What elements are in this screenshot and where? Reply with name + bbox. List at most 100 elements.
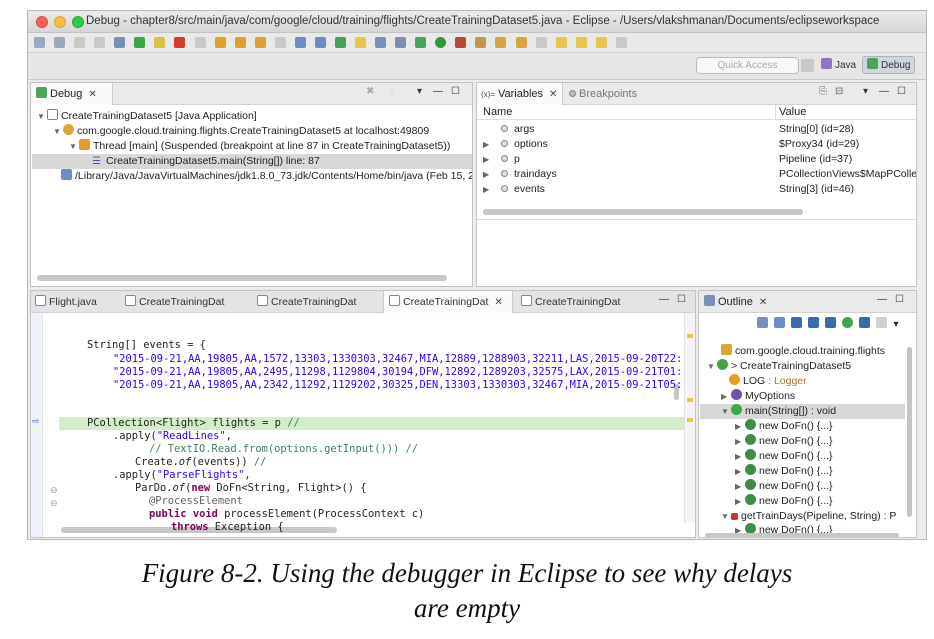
column-divider[interactable] xyxy=(775,105,776,120)
hide-local-types-icon[interactable] xyxy=(842,317,854,328)
warning-marker[interactable] xyxy=(687,418,693,422)
outline-item-anonymous[interactable]: ▶ new DoFn() {...} xyxy=(735,464,833,479)
minimize-view-icon[interactable]: — xyxy=(879,86,889,97)
suspend-icon[interactable] xyxy=(154,37,166,48)
code-line[interactable]: Create.of(events)) // xyxy=(135,456,266,469)
close-tab-icon[interactable]: ✕ xyxy=(88,89,96,100)
step-return-icon[interactable] xyxy=(254,37,266,48)
outline-item-anonymous[interactable]: ▶ new DoFn() {...} xyxy=(735,434,833,449)
tab-flight-java[interactable]: Flight.java xyxy=(35,291,97,313)
view-menu-chevron-icon[interactable]: ▾ xyxy=(863,86,868,97)
variable-row[interactable]: args String[0] (id=28) xyxy=(477,122,916,137)
warning-marker[interactable] xyxy=(687,334,693,338)
disconnect-icon[interactable] xyxy=(194,37,206,48)
tree-item-application[interactable]: ▼ CreateTrainingDataset5 [Java Applicatio… xyxy=(37,109,257,124)
tab-outline[interactable]: Outline ✕ xyxy=(699,291,777,313)
external-tools-icon[interactable] xyxy=(314,37,326,48)
previous-annotation-icon[interactable] xyxy=(575,37,587,48)
code-line[interactable]: // TextIO.Read.from(options.getInput()))… xyxy=(149,443,418,456)
toggle-mark-occurrences-icon[interactable] xyxy=(355,37,366,48)
show-whitespace-icon[interactable] xyxy=(395,37,407,48)
expand-arrow-icon[interactable]: ▶ xyxy=(735,479,745,494)
variable-row[interactable]: ▶ options $Proxy34 (id=29) xyxy=(477,137,916,152)
expand-arrow-icon[interactable]: ▶ xyxy=(721,389,731,404)
expand-arrow-icon[interactable]: ▼ xyxy=(721,404,731,419)
minimize-view-icon[interactable]: — xyxy=(659,294,669,305)
outline-vertical-scrollbar[interactable] xyxy=(907,347,912,517)
outline-item-anonymous[interactable]: ▶ new DoFn() {...} xyxy=(735,494,833,509)
variables-scrollbar[interactable] xyxy=(483,209,803,215)
tab-breakpoints[interactable]: Breakpoints xyxy=(569,83,637,105)
expand-arrow-icon[interactable]: ▶ xyxy=(483,182,493,197)
drop-to-frame-icon[interactable] xyxy=(274,37,286,48)
column-header-value[interactable]: Value xyxy=(779,106,806,118)
zoom-window-button[interactable] xyxy=(72,16,84,28)
tree-item-stack-frame[interactable]: ☰ CreateTrainingDataset5.main(String[]) l… xyxy=(32,154,472,169)
skip-breakpoints-icon[interactable] xyxy=(114,37,126,48)
code-line[interactable]: "2015-09-21,AA,19805,AA,1572,13303,13303… xyxy=(113,353,682,366)
expand-arrow-icon[interactable]: ▶ xyxy=(735,419,745,434)
outline-item-anonymous[interactable]: ▶ new DoFn() {...} xyxy=(735,449,833,464)
remove-terminated-icon[interactable]: ✖ xyxy=(366,86,374,97)
hide-nonpublic-icon[interactable] xyxy=(825,317,837,328)
minimize-window-button[interactable] xyxy=(54,16,66,28)
collapse-all-icon[interactable]: ⊟ xyxy=(835,86,843,97)
close-tab-icon[interactable]: ✕ xyxy=(759,297,767,308)
expand-arrow-icon[interactable]: ▶ xyxy=(483,152,493,167)
open-perspective-icon[interactable] xyxy=(801,59,814,72)
maximize-view-icon[interactable]: ☐ xyxy=(895,294,904,305)
run-icon[interactable] xyxy=(435,37,447,48)
expand-arrow-icon[interactable]: ▼ xyxy=(53,124,63,139)
view-menu-chevron-icon[interactable]: ▾ xyxy=(417,86,422,97)
tab-create-training-dataset[interactable]: CreateTrainingDat xyxy=(521,291,620,313)
view-menu-options-icon[interactable]: ◌ xyxy=(389,86,395,97)
expand-arrow-icon[interactable]: ▶ xyxy=(735,434,745,449)
outline-item-field[interactable]: LOG : Logger xyxy=(729,374,807,389)
quick-access-input[interactable]: Quick Access xyxy=(696,57,799,74)
outline-item-interface[interactable]: ▶ MyOptions xyxy=(721,389,795,404)
tree-item-debug-target[interactable]: ▼ com.google.cloud.training.flights.Creat… xyxy=(53,124,429,139)
outline-item-method-selected[interactable]: ▼ main(String[]) : void xyxy=(700,404,905,419)
use-step-filters-icon[interactable] xyxy=(294,37,306,48)
step-into-icon[interactable] xyxy=(214,37,226,48)
close-tab-icon[interactable]: ✕ xyxy=(494,297,502,308)
resume-icon[interactable] xyxy=(134,37,146,48)
code-line[interactable]: public void processElement(ProcessContex… xyxy=(149,508,424,521)
minimize-view-icon[interactable]: — xyxy=(433,86,443,97)
expand-arrow-icon[interactable]: ▶ xyxy=(735,449,745,464)
tab-create-training-dataset[interactable]: CreateTrainingDat xyxy=(125,291,224,313)
variable-row[interactable]: ▶ traindays PCollectionViews$MapPCollec xyxy=(477,167,916,182)
tab-debug[interactable]: Debug ✕ xyxy=(31,83,113,105)
maximize-view-icon[interactable]: ☐ xyxy=(451,86,460,97)
code-line[interactable]: PCollection<Flight> flights = p // xyxy=(87,417,300,430)
back-icon[interactable] xyxy=(595,37,607,48)
expand-arrow-icon[interactable]: ▶ xyxy=(735,464,745,479)
maximize-view-icon[interactable]: ☐ xyxy=(677,294,686,305)
focus-icon[interactable] xyxy=(876,317,888,328)
variable-row[interactable]: ▶ p Pipeline (id=37) xyxy=(477,152,916,167)
terminate-icon[interactable] xyxy=(174,37,186,48)
expand-arrow-icon[interactable]: ▶ xyxy=(483,137,493,152)
fold-collapse-icon[interactable]: ⊖ xyxy=(50,498,58,509)
tab-variables[interactable]: (x)= Variables ✕ xyxy=(477,83,563,105)
new-icon[interactable] xyxy=(34,37,45,48)
debug-perspective-button[interactable]: Debug xyxy=(862,56,916,74)
sort-icon[interactable] xyxy=(774,317,786,328)
debug-run-icon[interactable] xyxy=(334,37,346,48)
new-java-project-icon[interactable] xyxy=(475,37,487,48)
tree-item-thread[interactable]: ▼ Thread [main] (Suspended (breakpoint at… xyxy=(69,139,450,154)
code-line[interactable]: ParDo.of(new DoFn<String, Flight>() { xyxy=(135,482,367,495)
coverage-icon[interactable] xyxy=(455,37,467,48)
link-with-editor-icon[interactable] xyxy=(859,317,871,328)
forward-icon[interactable] xyxy=(615,37,627,48)
open-type-icon[interactable] xyxy=(495,37,507,48)
show-type-names-icon[interactable]: ⎘ xyxy=(819,86,827,97)
maximize-view-icon[interactable]: ☐ xyxy=(897,86,906,97)
tab-create-training-dataset-active[interactable]: CreateTrainingDat ✕ xyxy=(383,291,513,313)
outline-item-anonymous[interactable]: ▶ new DoFn() {...} xyxy=(735,479,833,494)
code-line[interactable]: .apply("ParseFlights", xyxy=(113,469,251,482)
debug-view-scrollbar[interactable] xyxy=(37,275,447,281)
java-perspective-button[interactable]: Java xyxy=(821,57,856,75)
save-icon[interactable] xyxy=(74,37,86,48)
search-icon[interactable] xyxy=(535,37,547,48)
